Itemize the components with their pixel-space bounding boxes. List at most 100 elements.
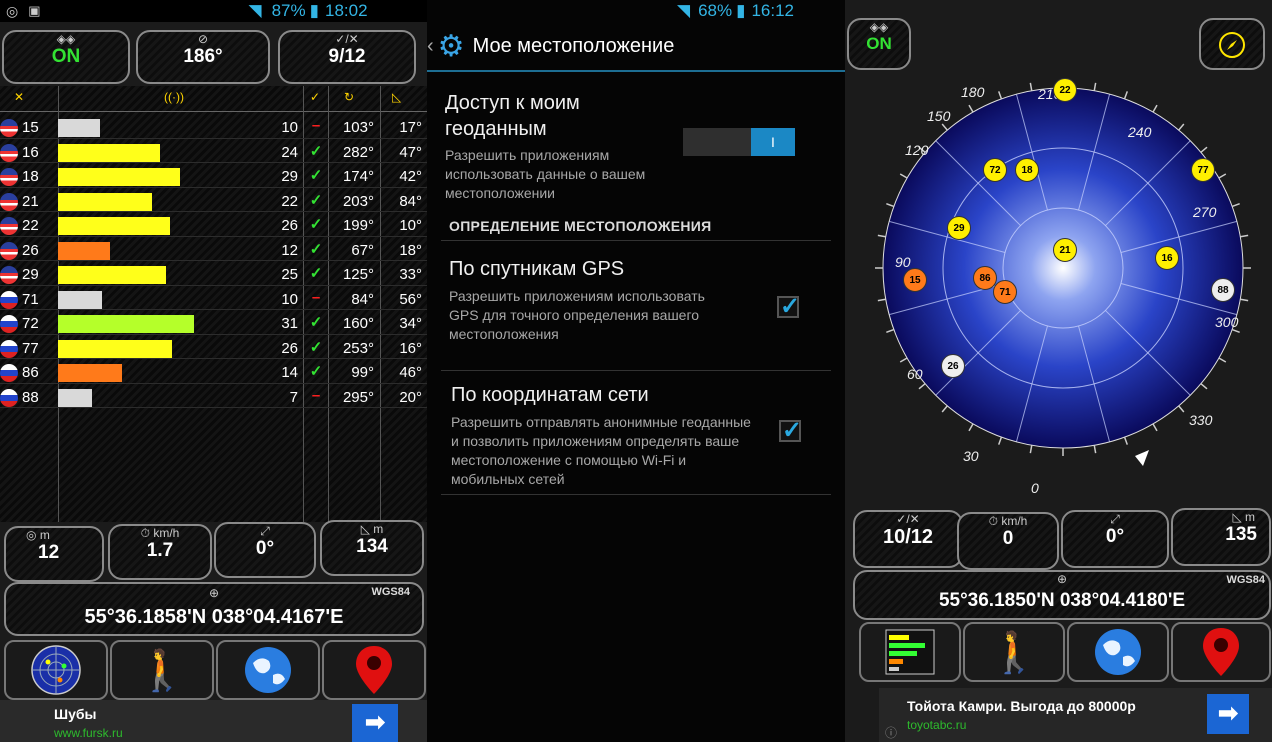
altitude-value-2: 135 xyxy=(1225,524,1257,545)
gps-checkbox[interactable]: ✓ xyxy=(777,293,800,320)
sat-number: 29 xyxy=(22,266,39,283)
info-icon[interactable]: ⓘ xyxy=(885,724,897,741)
coordinates-box[interactable]: ⊕ WGS84 55°36.1858'N 038°04.4167'E xyxy=(4,582,424,636)
wifi-icon: ◥ xyxy=(248,1,262,20)
satellite-marker[interactable]: 22 xyxy=(1053,78,1077,102)
degree-label: 120 xyxy=(905,142,929,158)
degree-label: 150 xyxy=(927,108,951,124)
heading-value: 0° xyxy=(255,538,275,559)
map-pin-button-2[interactable] xyxy=(1171,622,1271,682)
gps-state-box[interactable]: ◈◈ ON xyxy=(2,30,130,84)
heading-box-2[interactable]: ⤢ 0° xyxy=(1061,510,1169,568)
signal-bar xyxy=(58,339,172,358)
sat-number: 16 xyxy=(22,143,39,161)
snr-value: 29 xyxy=(281,168,298,185)
speed-box-2[interactable]: ⏱ km/h 0 xyxy=(957,512,1059,570)
radar-icon xyxy=(31,645,81,695)
table-row: 16 24 ✓ 282° 47° xyxy=(0,141,427,163)
check-icon-2: ✓ xyxy=(782,417,803,444)
walk-button-2[interactable]: 🚶 xyxy=(963,622,1065,682)
satellite-marker[interactable]: 15 xyxy=(903,268,927,292)
speed-box[interactable]: ⏱ km/h 1.7 xyxy=(108,524,212,580)
satellite-marker[interactable]: 77 xyxy=(1191,158,1215,182)
snr-value: 12 xyxy=(281,241,298,259)
altitude-box[interactable]: ◺ m 134 xyxy=(320,520,424,576)
ad-banner[interactable]: Шубы www.fursk.ru ➡ xyxy=(0,700,427,742)
sky-view[interactable]: 180 210 240 270 300 330 0 30 60 90 120 150 22 72 18 77… xyxy=(863,78,1263,496)
bearing-box[interactable]: ⊘ 186° xyxy=(136,30,270,84)
sat-count-box[interactable]: ✓/✕ 9/12 xyxy=(278,30,416,84)
walk-button[interactable]: 🚶 xyxy=(110,640,214,700)
table-row: 86 14 ✓ 99° 46° xyxy=(0,361,427,384)
satellite-marker[interactable]: 29 xyxy=(947,216,971,240)
back-chevron-icon[interactable]: ‹ xyxy=(427,35,434,58)
ad-arrow-button[interactable]: ➡ xyxy=(352,704,398,742)
coordinates-text-2: 55°36.1850'N 038°04.4180'E xyxy=(938,590,1186,611)
ad-link[interactable]: www.fursk.ru xyxy=(54,726,123,740)
network-setting[interactable]: По координатам сети Разрешить отправлять… xyxy=(451,384,771,489)
used-flag: – xyxy=(311,288,321,306)
satellite-marker[interactable]: 21 xyxy=(1053,238,1077,262)
signal-table-icon xyxy=(885,629,935,675)
globe-small-icon-2: ⊕ xyxy=(1056,572,1068,586)
heading-marker xyxy=(1135,450,1149,466)
azimuth-value: 253° xyxy=(342,339,374,357)
accuracy-label: ◎ m xyxy=(26,528,50,542)
elevation-value: 20° xyxy=(399,388,422,406)
gps-desc: Разрешить приложениям использовать GPS д… xyxy=(449,288,705,342)
table-row: 72 31 ✓ 160° 34° xyxy=(0,312,427,335)
table-row: 29 25 ✓ 125° 33° xyxy=(0,263,427,286)
degree-label: 300 xyxy=(1215,314,1239,330)
map-pin-button[interactable] xyxy=(322,640,426,700)
satellite-icon: ✕ xyxy=(14,90,25,104)
satellite-marker[interactable]: 72 xyxy=(983,158,1007,182)
sat-count-value: 9/12 xyxy=(328,46,366,67)
arrow-right-icon-2: ➡ xyxy=(1217,700,1239,727)
sat-number: 21 xyxy=(22,192,39,210)
accuracy-box[interactable]: ◎ m 12 xyxy=(4,526,104,582)
globe-button[interactable] xyxy=(216,640,320,700)
ad-banner-2[interactable]: Тойота Камри. Выгода до 80000р toyotabc.… xyxy=(879,688,1272,742)
ad-link-2[interactable]: toyotabc.ru xyxy=(907,718,966,732)
ad-arrow-button-2[interactable]: ➡ xyxy=(1207,694,1249,734)
table-row: 21 22 ✓ 203° 84° xyxy=(0,190,427,212)
used-flag: ✓ xyxy=(309,265,323,282)
ad-title-2: Тойота Камри. Выгода до 80000р xyxy=(907,698,1136,714)
used-flag: ✓ xyxy=(309,167,323,184)
sat-count-box-2[interactable]: ✓/✕ 10/12 xyxy=(853,510,963,568)
datum-label: WGS84 xyxy=(371,586,410,598)
network-checkbox[interactable]: ✓ xyxy=(779,417,802,444)
satellite-marker[interactable]: 26 xyxy=(941,354,965,378)
elevation-value: 84° xyxy=(399,192,422,210)
usa-flag-icon xyxy=(0,143,18,162)
skyview-button[interactable] xyxy=(4,640,108,700)
location-access-toggle[interactable]: I xyxy=(683,128,795,156)
globe-button-2[interactable] xyxy=(1067,622,1169,682)
altitude-box-2[interactable]: ◺ m 135 xyxy=(1171,508,1271,566)
table-row: 71 10– 84° 56° xyxy=(0,288,427,310)
snr-value: 26 xyxy=(281,339,298,357)
coordinates-box-2[interactable]: ⊕ WGS84 55°36.1850'N 038°04.4180'E xyxy=(853,570,1271,620)
walking-person-icon: 🚶 xyxy=(137,648,187,693)
signal-bar xyxy=(58,364,122,382)
clock: 18:02 xyxy=(324,1,368,20)
satellite-marker[interactable]: 18 xyxy=(1015,158,1039,182)
compass-toggle-button[interactable] xyxy=(1199,18,1265,70)
table-header: ✕ ((·)) ✓ ↻ ◺ xyxy=(0,86,427,112)
heading-box[interactable]: ⤢ 0° xyxy=(214,522,316,578)
gps-state-box-2[interactable]: ◈◈ ON xyxy=(847,18,911,70)
settings-gear-icon[interactable]: ⚙ xyxy=(438,29,465,64)
table-view-button[interactable] xyxy=(859,622,961,682)
degree-label: 60 xyxy=(907,366,923,382)
satellite-marker[interactable]: 88 xyxy=(1211,278,1235,302)
azimuth-value: 103° xyxy=(342,119,374,136)
table-row: 26 12 ✓ 67° 18° xyxy=(0,239,427,261)
used-flag: ✓ xyxy=(309,216,323,233)
russia-flag-icon xyxy=(0,364,18,382)
satellite-marker[interactable]: 16 xyxy=(1155,246,1179,270)
gps-setting[interactable]: По спутникам GPS Разрешить приложениям и… xyxy=(449,258,769,344)
signal-bar xyxy=(58,168,180,186)
satellite-marker[interactable]: 71 xyxy=(993,280,1017,304)
used-flag: ✓ xyxy=(309,142,323,160)
usa-flag-icon xyxy=(0,266,18,284)
